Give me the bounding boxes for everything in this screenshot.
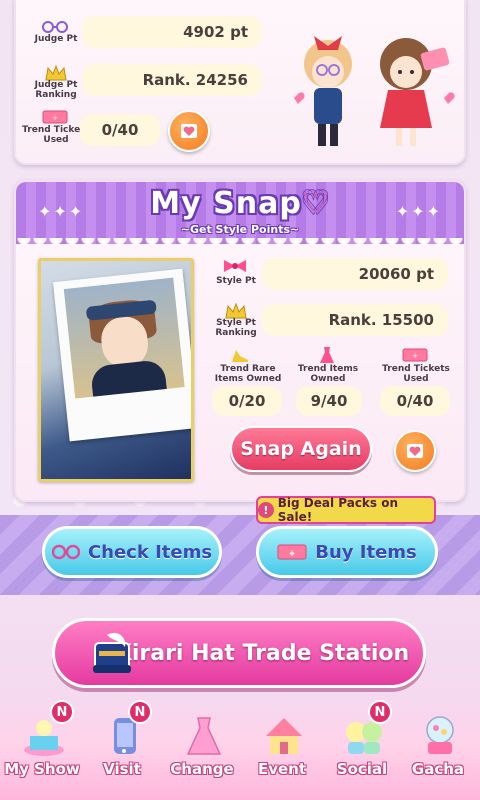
nav-social[interactable]: N Social <box>322 700 402 800</box>
nav-label-gacha: Gacha <box>411 760 465 778</box>
heart-icon <box>407 444 423 458</box>
snap-again-button[interactable]: Snap Again <box>230 426 372 472</box>
nav-badge-my-show: N <box>50 700 74 724</box>
nav-label-change: Change <box>170 760 234 778</box>
dress-icon <box>182 714 226 758</box>
tent-icon <box>262 714 306 758</box>
big-deal-banner[interactable]: ! Big Deal Packs on Sale! <box>256 496 436 524</box>
nav-label-my-show: My Show <box>4 760 80 778</box>
trend-items-label: Trend Items Owned <box>297 364 359 384</box>
characters-illustration <box>284 6 460 156</box>
big-deal-text: Big Deal Packs on Sale! <box>277 496 399 524</box>
trend-items-value: 9/40 <box>296 386 362 416</box>
judge-pt-label: Judge Pt <box>34 34 78 44</box>
nav-badge-social: N <box>368 700 392 724</box>
trade-station-label: Kirari Hat Trade Station <box>114 640 410 666</box>
nav-my-show[interactable]: N My Show <box>2 700 82 800</box>
judge-ranking-label: Judge Pt Ranking <box>34 80 78 100</box>
check-items-label: Check Items <box>87 541 213 563</box>
nav-badge-visit: N <box>128 700 152 724</box>
nav-visit[interactable]: N Visit <box>82 700 162 800</box>
nav-change[interactable]: Change <box>162 700 242 800</box>
nav-label-visit: Visit <box>103 760 141 778</box>
trend-rare-label: Trend Rare Items Owned <box>214 364 282 384</box>
snap-tickets-value: 0/40 <box>380 386 450 416</box>
ticket-icon: + <box>42 110 68 124</box>
judge-ranking-value: Rank. 24256 <box>82 64 262 96</box>
nav-label-social: Social <box>336 760 388 778</box>
snap-ticket-button[interactable] <box>394 430 436 472</box>
kirari-hat-trade-station-button[interactable]: Kirari Hat Trade Station <box>52 618 426 688</box>
alert-icon: ! <box>258 502 274 518</box>
trend-rare-value: 0/20 <box>212 386 282 416</box>
snap-subtitle: ~Get Style Points~ <box>180 223 300 236</box>
svg-text:+: + <box>412 352 418 360</box>
style-ranking-label: Style Pt Ranking <box>215 318 257 338</box>
ticket-icon: + <box>402 348 428 362</box>
judge-ticket-button[interactable] <box>168 110 210 152</box>
snap-header: ✦✦✦ ✦✦✦ My Snap♡ ~Get Style Points~ <box>16 182 464 250</box>
gacha-machine-icon <box>418 714 462 758</box>
check-items-button[interactable]: Check Items <box>42 526 222 578</box>
bow-icon <box>222 258 248 274</box>
buy-items-button[interactable]: + Buy Items <box>256 526 438 578</box>
glasses-icon <box>51 544 80 560</box>
hat-icon <box>87 629 137 679</box>
snap-photo[interactable] <box>38 258 194 482</box>
dress-icon <box>318 346 336 364</box>
my-snap-card: ✦✦✦ ✦✦✦ My Snap♡ ~Get Style Points~ Styl… <box>14 180 466 502</box>
snap-title: My Snap♡ <box>150 186 330 221</box>
style-pt-label: Style Pt <box>216 276 256 286</box>
buy-items-label: Buy Items <box>315 541 417 563</box>
nav-event[interactable]: Event <box>242 700 322 800</box>
snap-tickets-label: Trend Tickets Used <box>382 364 450 384</box>
style-pt-value: 20060 pt <box>262 258 448 290</box>
nav-gacha[interactable]: Gacha <box>398 700 478 800</box>
ticket-icon: + <box>277 544 307 560</box>
style-ranking-value: Rank. 15500 <box>262 304 448 336</box>
judge-pt-value: 4902 pt <box>82 16 262 48</box>
heart-icon <box>181 124 197 138</box>
shoe-icon <box>230 348 250 364</box>
judge-card: Judge Pt 4902 pt Judge Pt Ranking Rank. … <box>14 0 466 165</box>
bottom-nav: N My Show N Visit Change Event N Social … <box>0 700 480 800</box>
glasses-icon <box>42 20 68 34</box>
nav-label-event: Event <box>257 760 307 778</box>
svg-text:+: + <box>289 549 295 557</box>
judge-tickets-value: 0/40 <box>80 114 160 146</box>
svg-text:+: + <box>52 114 58 122</box>
